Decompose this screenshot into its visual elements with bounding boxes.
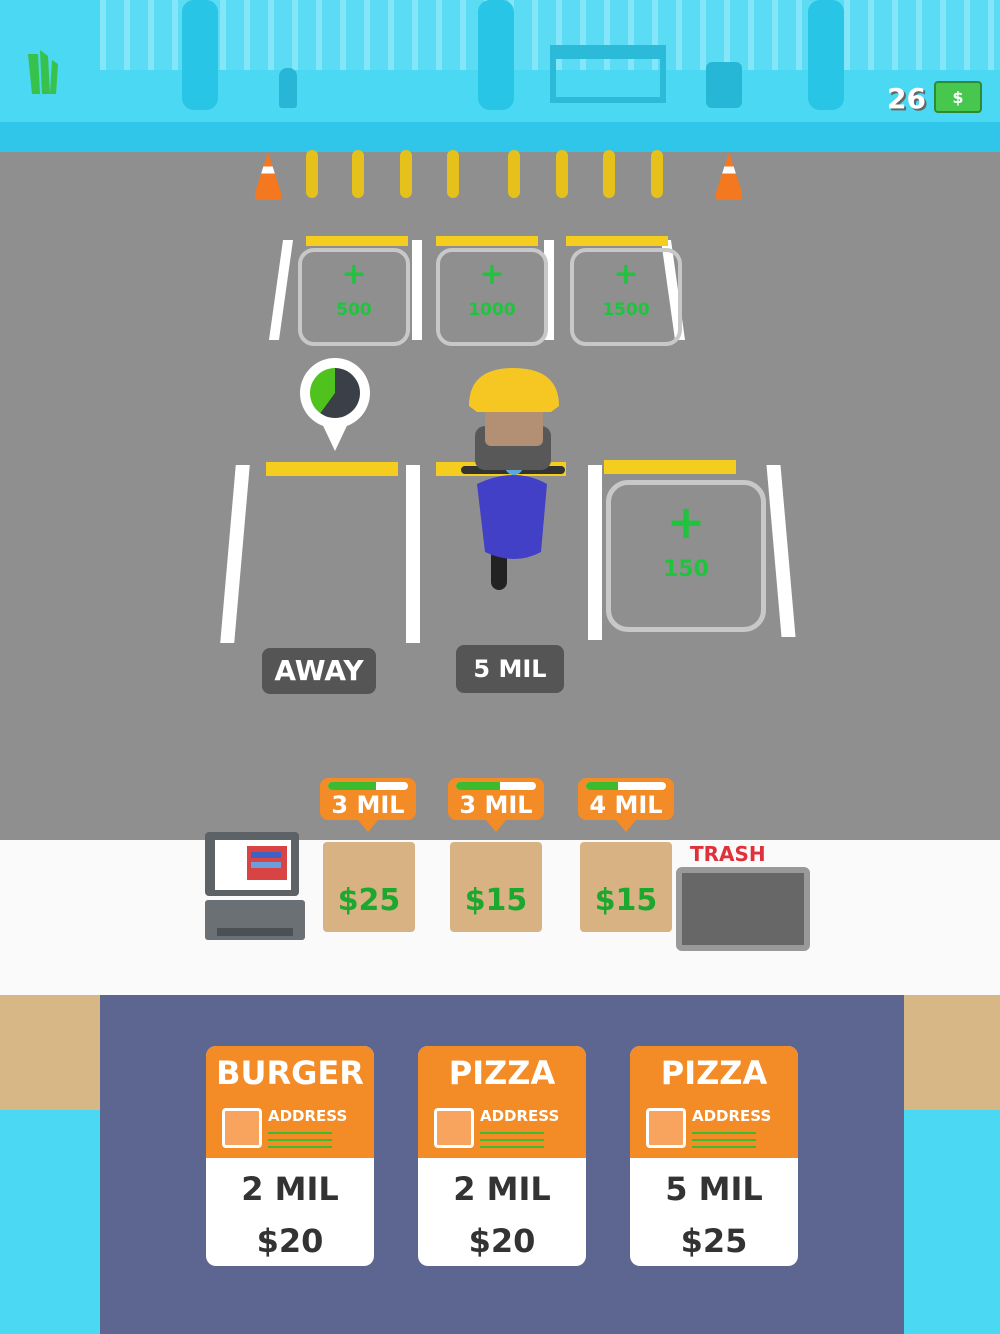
- parking-stopper: [266, 462, 398, 476]
- bag-distance: 3 MIL: [459, 791, 533, 819]
- food-bag[interactable]: $15: [450, 842, 542, 932]
- address-lines: [692, 1132, 756, 1134]
- food-bag[interactable]: $25: [323, 842, 415, 932]
- parking-upgrade-slot[interactable]: + 150: [606, 480, 766, 632]
- parking-upgrade-slot[interactable]: + 500: [298, 248, 410, 346]
- trash-tray[interactable]: [676, 867, 810, 951]
- upgrade-price: 1500: [602, 300, 650, 320]
- bollard: [306, 150, 318, 198]
- order-tag: 4 MIL: [578, 778, 674, 832]
- bag-distance: 3 MIL: [331, 791, 405, 819]
- bollard: [603, 150, 615, 198]
- order-card[interactable]: PIZZA ADDRESS 2 MIL $20: [418, 1046, 586, 1266]
- parking-upgrade-slot[interactable]: + 1500: [570, 248, 682, 346]
- upgrade-price: 150: [663, 557, 709, 582]
- order-item: BURGER: [216, 1054, 364, 1092]
- bollard: [400, 150, 412, 198]
- address-label: ADDRESS: [692, 1107, 772, 1125]
- delivery-timer-icon: [310, 368, 360, 418]
- curb: [0, 122, 1000, 152]
- customer-avatar-icon: [646, 1108, 686, 1148]
- parking-upgrade-slot[interactable]: + 1000: [436, 248, 548, 346]
- order-price: $25: [680, 1222, 748, 1260]
- order-card[interactable]: BURGER ADDRESS 2 MIL $20: [206, 1046, 374, 1266]
- parking-stopper: [436, 236, 538, 246]
- progress-bar: [328, 782, 408, 790]
- plus-icon: +: [613, 257, 639, 292]
- cash-register-icon: [205, 832, 305, 942]
- tag-arrow: [486, 820, 506, 832]
- food-bag[interactable]: $15: [580, 842, 672, 932]
- bollard: [651, 150, 663, 198]
- bag-distance: 4 MIL: [589, 791, 663, 819]
- upgrade-price: 1000: [468, 300, 516, 320]
- upgrade-price: 500: [336, 300, 372, 320]
- order-card[interactable]: PIZZA ADDRESS 5 MIL $25: [630, 1046, 798, 1266]
- tag-arrow: [358, 820, 378, 832]
- bollard: [556, 150, 568, 198]
- progress-bar: [456, 782, 536, 790]
- address-lines: [268, 1132, 332, 1134]
- parking-stopper: [306, 236, 408, 246]
- order-tag: 3 MIL: [448, 778, 544, 832]
- plus-icon: +: [479, 257, 505, 292]
- order-distance: 2 MIL: [453, 1170, 551, 1208]
- grass-icon: [28, 50, 58, 94]
- tag-arrow: [616, 820, 636, 832]
- bollard: [352, 150, 364, 198]
- progress-bar: [586, 782, 666, 790]
- order-price: $20: [256, 1222, 324, 1260]
- dollar-bill-icon: $: [934, 81, 982, 113]
- slot-status-label: AWAY: [262, 648, 376, 694]
- order-distance: 5 MIL: [665, 1170, 763, 1208]
- scooter-rider: [455, 366, 575, 596]
- fire-hydrant: [279, 68, 297, 108]
- customer-avatar-icon: [222, 1108, 262, 1148]
- order-item: PIZZA: [660, 1054, 768, 1092]
- tree: [808, 0, 844, 110]
- parking-stopper: [566, 236, 668, 246]
- parking-line: [406, 465, 420, 643]
- address-lines: [480, 1132, 544, 1134]
- trash-label: TRASH: [690, 842, 766, 866]
- bollard: [508, 150, 520, 198]
- bollard: [447, 150, 459, 198]
- order-item: PIZZA: [448, 1054, 556, 1092]
- tree: [478, 0, 514, 110]
- bench: [550, 45, 666, 103]
- parking-stopper: [604, 460, 736, 474]
- slot-distance-label: 5 MIL: [456, 645, 564, 693]
- order-price: $20: [468, 1222, 536, 1260]
- address-label: ADDRESS: [480, 1107, 560, 1125]
- street-trash-can: [706, 62, 742, 108]
- order-distance: 2 MIL: [241, 1170, 339, 1208]
- plus-icon: +: [341, 257, 367, 292]
- order-tag: 3 MIL: [320, 778, 416, 832]
- address-label: ADDRESS: [268, 1107, 348, 1125]
- floor: [904, 1110, 1000, 1334]
- floor: [0, 1110, 100, 1334]
- parking-line: [588, 465, 602, 640]
- customer-avatar-icon: [434, 1108, 474, 1148]
- tree: [182, 0, 218, 110]
- plus-icon: +: [666, 495, 706, 549]
- parking-line: [412, 240, 422, 340]
- money-counter: 26: [887, 82, 926, 115]
